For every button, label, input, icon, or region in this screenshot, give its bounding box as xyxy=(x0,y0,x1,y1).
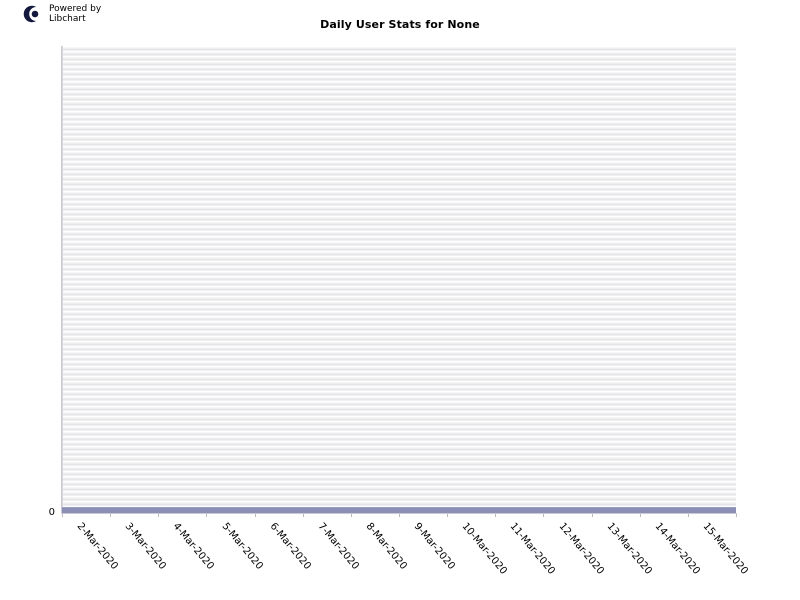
x-axis-label-7-Mar-2020: 7-Mar-2020 xyxy=(315,521,361,572)
x-axis-tick xyxy=(687,514,689,517)
x-axis-label-10-Mar-2020: 10-Mar-2020 xyxy=(459,521,510,577)
x-axis-label-12-Mar-2020: 12-Mar-2020 xyxy=(556,521,606,577)
y-axis-label-0: 0 xyxy=(48,507,55,518)
chart-title: Daily User Stats for None xyxy=(320,18,480,31)
x-axis-tick xyxy=(110,514,112,517)
brand-line-1: Powered by xyxy=(49,4,102,14)
x-axis-label-6-Mar-2020: 6-Mar-2020 xyxy=(267,521,313,572)
x-axis-label-8-Mar-2020: 8-Mar-2020 xyxy=(363,521,409,572)
x-axis-tick xyxy=(495,514,497,517)
x-axis-tick xyxy=(302,514,304,517)
x-axis-label-15-Mar-2020: 15-Mar-2020 xyxy=(700,521,750,577)
plot-area-background xyxy=(62,46,736,512)
x-axis-label-2-Mar-2020: 2-Mar-2020 xyxy=(74,521,120,572)
x-axis-tick xyxy=(639,514,641,517)
x-axis-label-4-Mar-2020: 4-Mar-2020 xyxy=(170,521,217,572)
x-axis-tick xyxy=(447,514,449,517)
x-axis-label-9-Mar-2020: 9-Mar-2020 xyxy=(411,521,457,572)
x-axis-tick xyxy=(591,514,593,517)
x-axis-tick xyxy=(543,514,545,517)
x-axis-tick xyxy=(350,514,352,517)
y-axis-line xyxy=(61,46,62,514)
x-axis-label-13-Mar-2020: 13-Mar-2020 xyxy=(604,521,654,577)
x-axis-tick xyxy=(62,514,63,517)
x-axis-label-3-Mar-2020: 3-Mar-2020 xyxy=(122,521,169,572)
x-axis-tick xyxy=(736,514,737,517)
x-axis-label-5-Mar-2020: 5-Mar-2020 xyxy=(219,521,265,572)
x-axis-label-11-Mar-2020: 11-Mar-2020 xyxy=(507,521,558,577)
x-axis-tick xyxy=(399,514,400,517)
x-axis-tick xyxy=(254,514,256,517)
plot-area-wrapper xyxy=(61,46,736,512)
x-axis-tick xyxy=(158,514,160,517)
x-axis-label-14-Mar-2020: 14-Mar-2020 xyxy=(652,521,702,577)
y-axis-labels: 0 xyxy=(0,0,55,600)
x-axis-tick xyxy=(206,514,208,517)
